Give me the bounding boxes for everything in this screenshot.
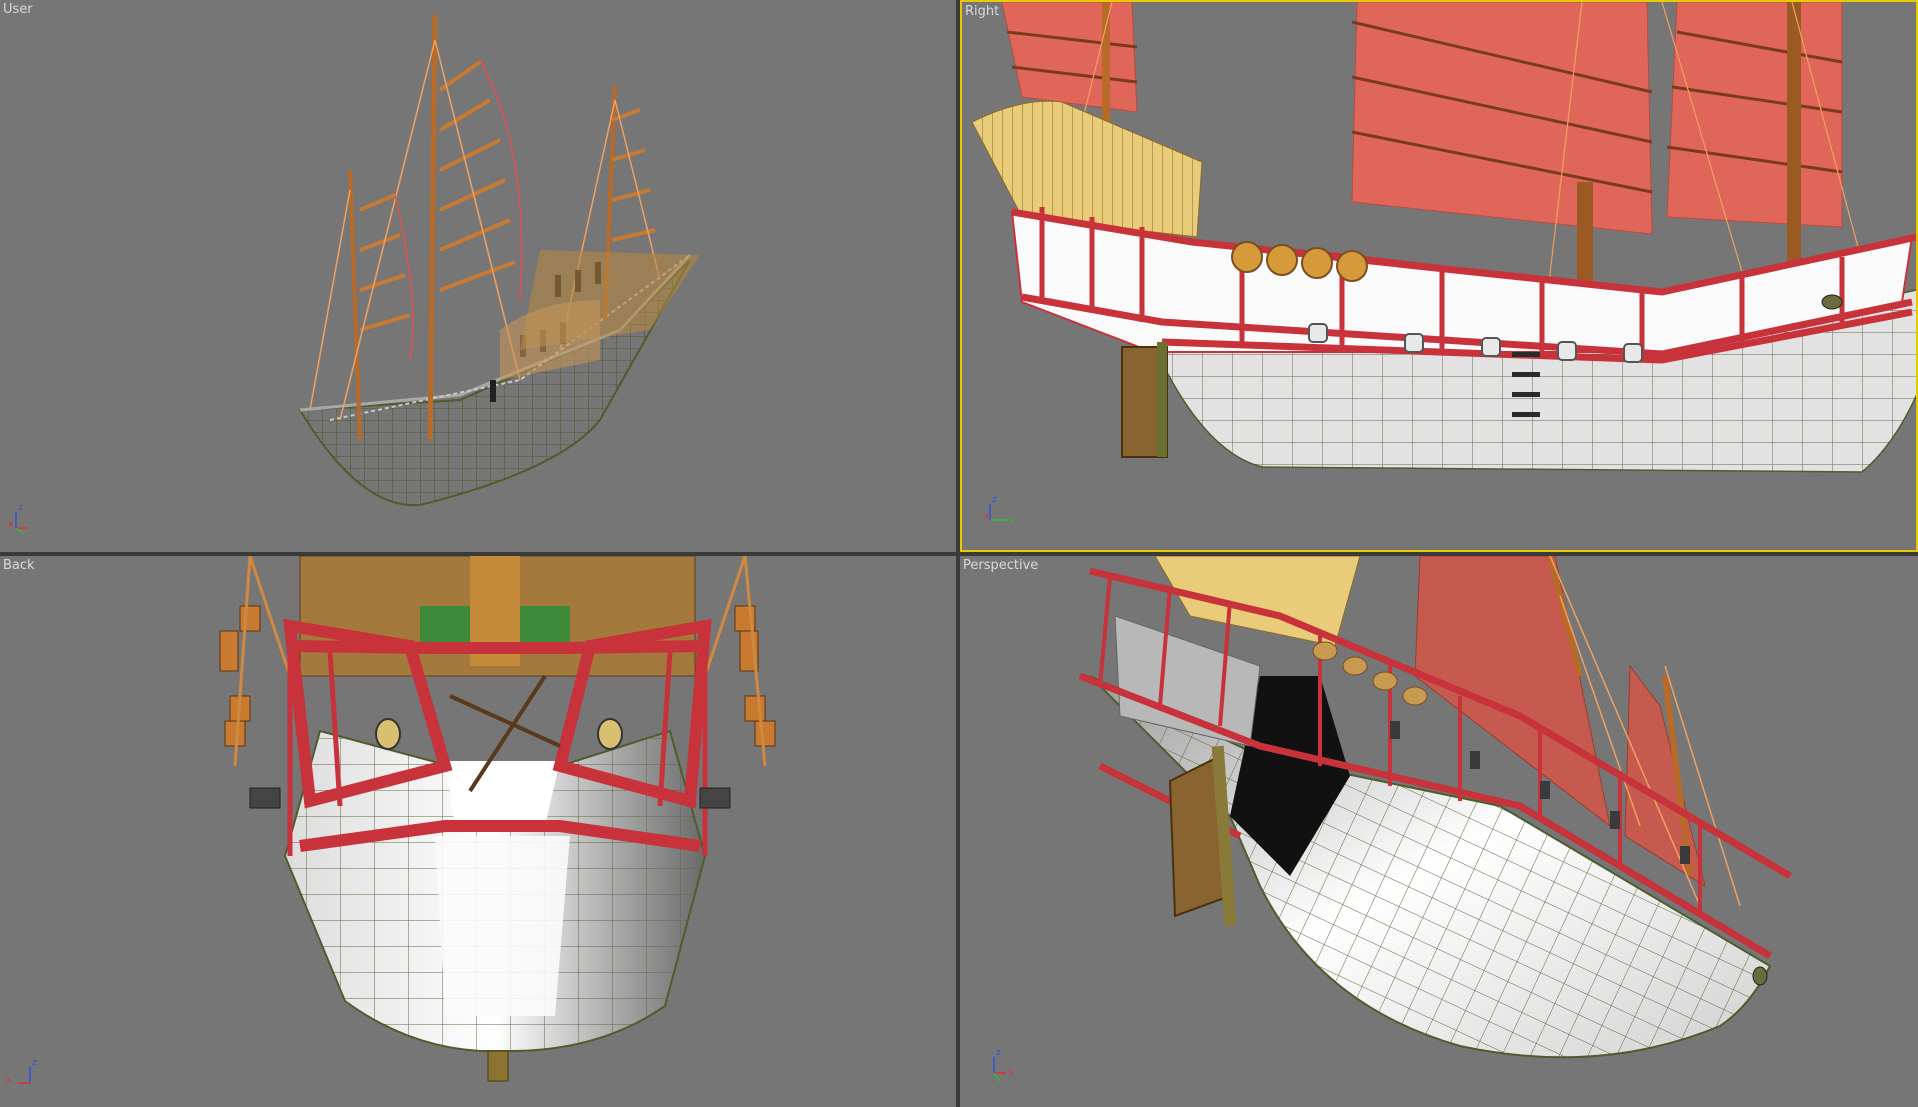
axis-z-label: z (996, 1048, 1001, 1058)
axis-gizmo-icon: x z (993, 1048, 1014, 1082)
viewport-perspective[interactable]: Perspective x z (960, 556, 1918, 1107)
axis-x-label: x (1008, 1068, 1014, 1078)
ship-wireframe-user (298, 14, 700, 507)
axis-x-label: x (984, 512, 990, 522)
ship-wireframe-back (219, 556, 776, 1082)
viewport-label-perspective[interactable]: Perspective (963, 558, 1038, 573)
axis-x-label: x (6, 1075, 12, 1085)
axis-z-label: z (992, 495, 997, 505)
viewport-label-right[interactable]: Right (965, 4, 999, 19)
axis-z-label: z (32, 1058, 37, 1068)
viewport-layout: User x z Right x y z Back x z Perspectiv… (0, 0, 1918, 1107)
axis-gizmo-icon: x y z (984, 495, 1016, 526)
viewport-user[interactable]: User x z (0, 0, 956, 552)
axis-z-label: z (18, 503, 23, 513)
viewport-back[interactable]: Back x z (0, 556, 956, 1107)
viewport-label-user[interactable]: User (3, 2, 33, 17)
axis-gizmo-icon: x z (8, 503, 28, 535)
axis-x-label: x (8, 520, 14, 530)
ship-wireframe-perspective (1078, 556, 1792, 1059)
viewport-label-back[interactable]: Back (3, 558, 35, 573)
axis-gizmo-icon: x z (6, 1058, 37, 1085)
axis-y-label: y (1010, 516, 1016, 526)
ship-wireframe-right (971, 2, 1916, 473)
viewport-right[interactable]: Right x y z (960, 0, 1918, 552)
